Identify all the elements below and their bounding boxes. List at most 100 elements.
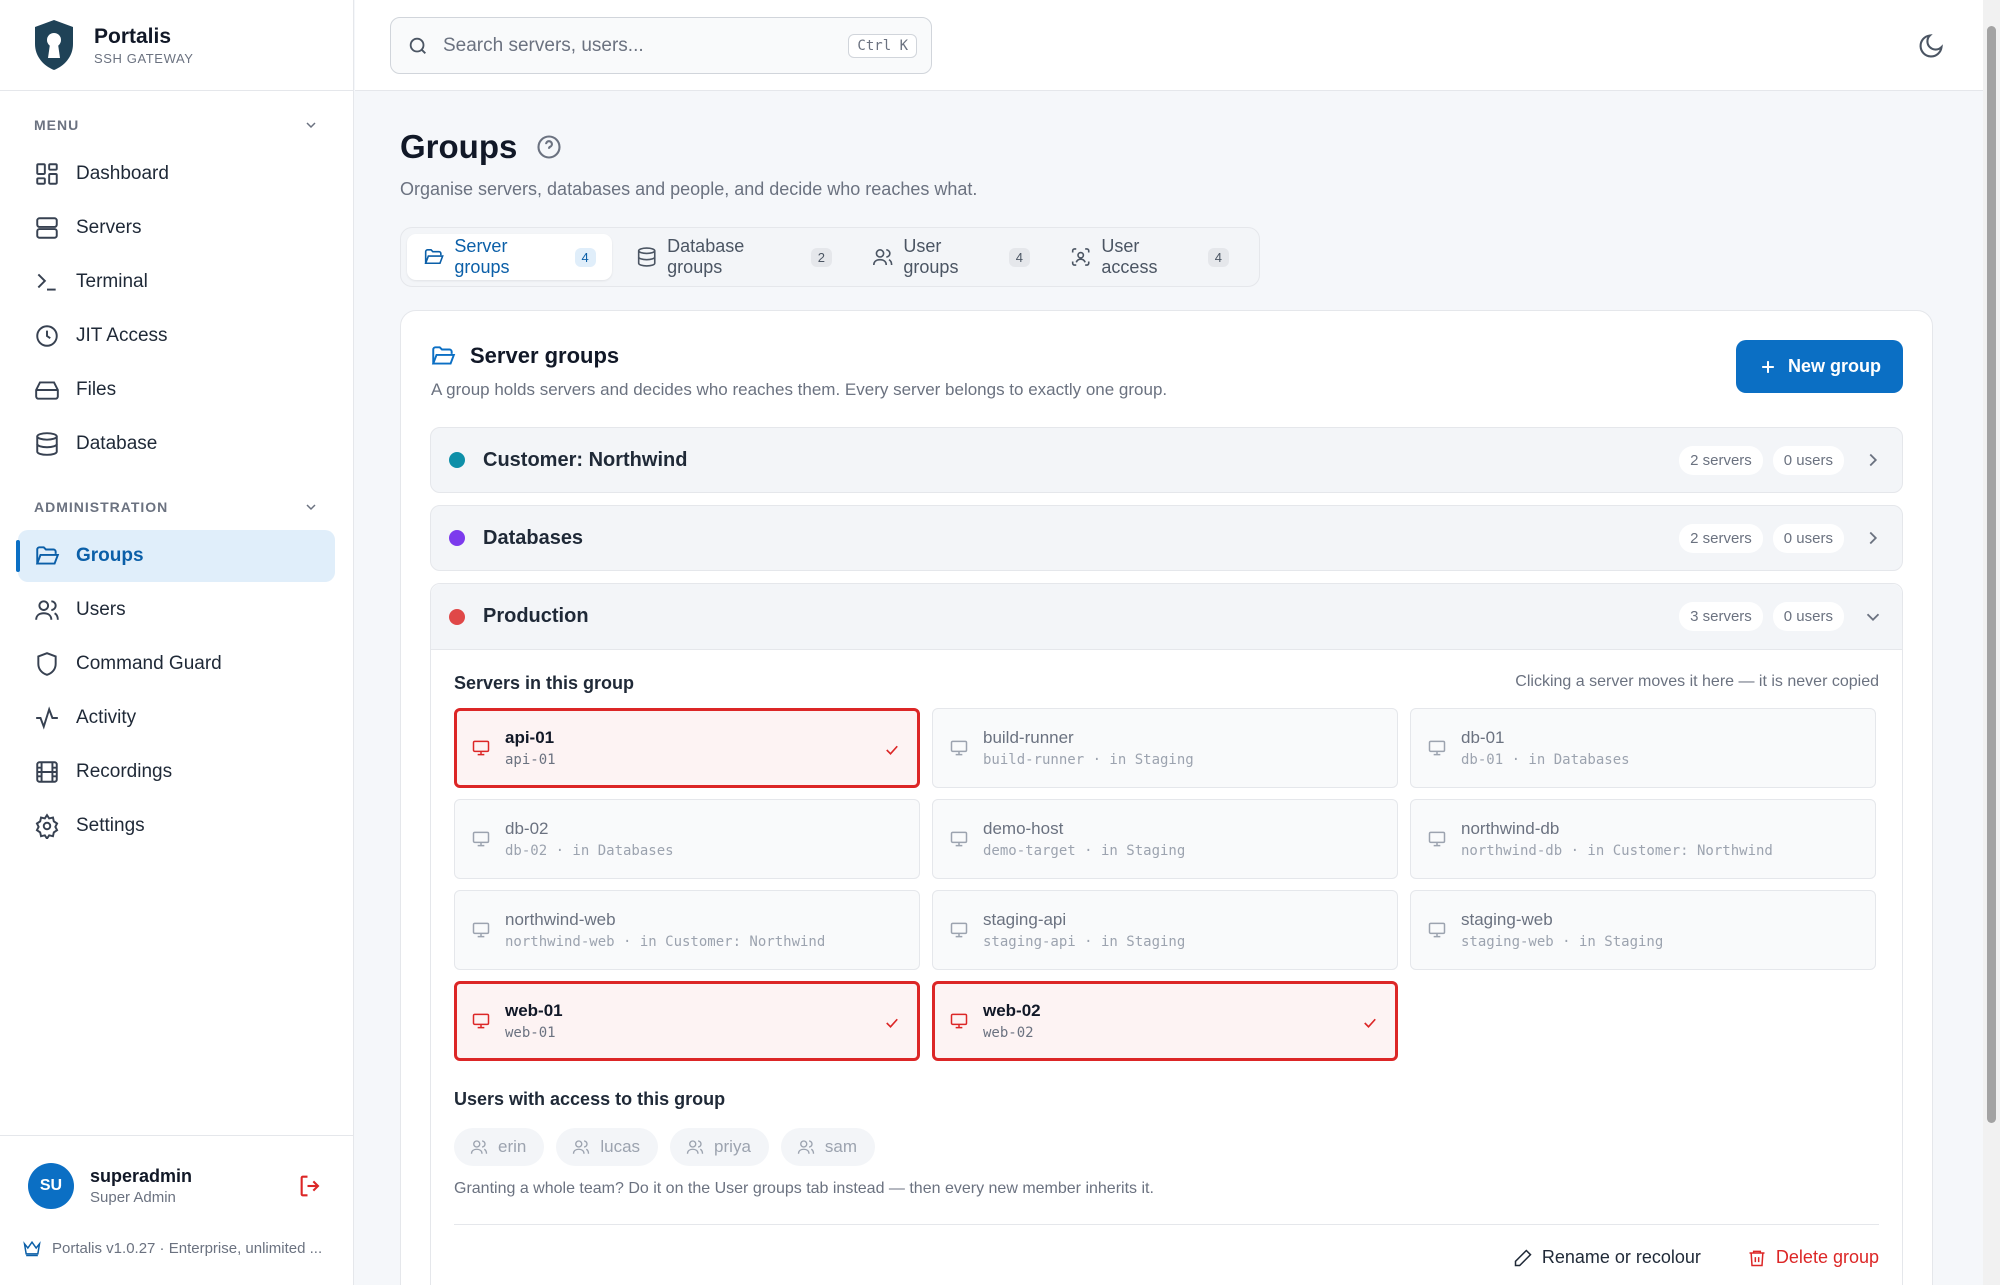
terminal-icon [37, 273, 56, 291]
tab-user-groups[interactable]: User groups 4 [856, 234, 1046, 280]
server-card-api-01[interactable]: api-01 api-01 [454, 708, 920, 788]
activity-icon [36, 706, 58, 730]
brand[interactable]: Portalis SSH GATEWAY [0, 0, 353, 91]
scan-user-icon [1071, 248, 1090, 266]
user-chip-erin[interactable]: erin [454, 1128, 545, 1166]
brand-subtitle: SSH GATEWAY [94, 50, 194, 66]
administration-section-label: ADMINISTRATION [34, 499, 169, 515]
nav-item-recordings[interactable]: Recordings [18, 746, 335, 798]
monitor-icon [472, 740, 490, 756]
server-card-staging-web[interactable]: staging-web staging-web · in Staging [1410, 890, 1876, 970]
users-section-label: Users with access to this group [454, 1089, 726, 1109]
user-chip-sam[interactable]: sam [780, 1128, 876, 1166]
nav-item-files[interactable]: Files [18, 364, 335, 416]
server-card-db-01[interactable]: db-01 db-01 · in Databases [1410, 708, 1876, 788]
nav-item-settings[interactable]: Settings [18, 800, 335, 852]
server-host: staging-web · in Staging [1461, 934, 1664, 950]
server-card-northwind-db[interactable]: northwind-db northwind-db · in Customer: … [1410, 799, 1876, 879]
server-name: web-02 [983, 1001, 1041, 1020]
administration-section-header[interactable]: ADMINISTRATION [0, 492, 353, 522]
users-icon [573, 1140, 590, 1154]
user-count-badge: 0 users [1772, 602, 1844, 631]
check-icon [1364, 1018, 1376, 1028]
group-row-production[interactable]: Production 3 servers 0 users [431, 584, 1902, 650]
new-group-label: New group [1788, 356, 1881, 376]
group-name: Production [483, 605, 589, 627]
logout-icon[interactable] [297, 1172, 325, 1200]
database-icon [637, 247, 656, 267]
administration-nav: Groups Users Command Guard Activity Reco… [0, 530, 353, 852]
sidebar: Portalis SSH GATEWAY MENU Dashboard Serv… [0, 0, 354, 1285]
plus-icon [1762, 360, 1774, 373]
users-icon [470, 1140, 488, 1154]
user-chip-priya[interactable]: priya [670, 1128, 769, 1166]
server-card-web-01[interactable]: web-01 web-01 [454, 981, 920, 1061]
shield-icon [37, 652, 57, 676]
nav-item-servers[interactable]: Servers [18, 202, 335, 254]
server-host: build-runner · in Staging [983, 752, 1194, 768]
nav-item-users[interactable]: Users [18, 584, 335, 636]
tab-label: Database groups [667, 236, 745, 277]
server-card-northwind-web[interactable]: northwind-web northwind-web · in Customer… [454, 890, 920, 970]
server-card-build-runner[interactable]: build-runner build-runner · in Staging [932, 708, 1398, 788]
nav-item-groups[interactable]: Groups [16, 530, 335, 582]
monitor-icon [950, 831, 968, 847]
panel-subtitle: A group holds servers and decides who re… [431, 380, 1168, 399]
tab-database-groups[interactable]: Database groups 2 [620, 234, 848, 280]
nav-item-label: Groups [76, 545, 144, 566]
user-chip-label: sam [824, 1137, 858, 1156]
delete-group-button[interactable]: Delete group [1747, 1247, 1879, 1268]
server-host: db-02 · in Databases [505, 843, 674, 859]
nav-item-jit-access[interactable]: JIT Access [18, 310, 335, 362]
server-host: api-01 [505, 752, 556, 768]
page-scrollbar[interactable] [1983, 0, 2000, 1285]
brand-name: Portalis [94, 24, 172, 48]
clock-icon [36, 325, 58, 347]
avatar[interactable]: SU [28, 1162, 74, 1209]
tab-label: Server groups [454, 236, 510, 277]
rename-group-button[interactable]: Rename or recolour [1513, 1247, 1701, 1268]
user-chip-label: erin [498, 1137, 527, 1156]
servers-hint: Clicking a server moves it here — it is … [1515, 673, 1879, 690]
nav-item-command-guard[interactable]: Command Guard [18, 638, 335, 690]
new-group-button[interactable]: New group [1736, 340, 1903, 393]
group-color-dot [449, 608, 465, 625]
server-host: web-02 [983, 1025, 1034, 1041]
moon-icon[interactable] [1917, 32, 1945, 60]
server-groups-panel: Server groups A group holds servers and … [400, 310, 1933, 1285]
group-row-customer-northwind[interactable]: Customer: Northwind 2 servers 0 users [430, 427, 1903, 493]
check-icon [886, 1018, 898, 1028]
servers-section-label: Servers in this group [454, 673, 635, 693]
server-name: db-02 [505, 819, 549, 838]
tab-server-groups[interactable]: Server groups 4 [407, 234, 612, 280]
group-row-databases[interactable]: Databases 2 servers 0 users [430, 505, 1903, 571]
nav-item-activity[interactable]: Activity [18, 692, 335, 744]
current-user: SU superadmin Super Admin [0, 1135, 353, 1235]
users-icon [686, 1140, 704, 1154]
menu-nav: Dashboard Servers Terminal JIT Access Fi… [0, 148, 353, 470]
search-box[interactable]: Ctrl K [390, 17, 932, 74]
nav-item-dashboard[interactable]: Dashboard [18, 148, 335, 200]
menu-section-header[interactable]: MENU [0, 110, 353, 140]
search-input[interactable] [443, 34, 849, 57]
menu-section-label: MENU [34, 117, 80, 133]
nav-item-database[interactable]: Database [18, 418, 335, 470]
user-chip-lucas[interactable]: lucas [556, 1128, 659, 1166]
server-card-staging-api[interactable]: staging-api staging-api · in Staging [932, 890, 1398, 970]
chevron-down-icon [306, 504, 316, 511]
server-card-db-02[interactable]: db-02 db-02 · in Databases [454, 799, 920, 879]
drive-icon [35, 381, 59, 400]
nav-item-label: Files [76, 379, 117, 400]
nav-item-terminal[interactable]: Terminal [18, 256, 335, 308]
nav-item-label: Dashboard [76, 163, 169, 184]
tab-user-access[interactable]: User access 4 [1054, 234, 1245, 280]
scrollbar-thumb[interactable] [1987, 26, 1996, 1123]
monitor-icon [472, 831, 490, 847]
nav-item-label: Activity [76, 707, 137, 728]
server-card-demo-host[interactable]: demo-host demo-target · in Staging [932, 799, 1398, 879]
server-card-web-02[interactable]: web-02 web-02 [932, 981, 1398, 1061]
nav-item-label: Terminal [76, 271, 148, 292]
tab-label: User groups [903, 236, 959, 277]
chevron-down-icon [1866, 613, 1880, 621]
help-icon[interactable] [535, 133, 563, 161]
